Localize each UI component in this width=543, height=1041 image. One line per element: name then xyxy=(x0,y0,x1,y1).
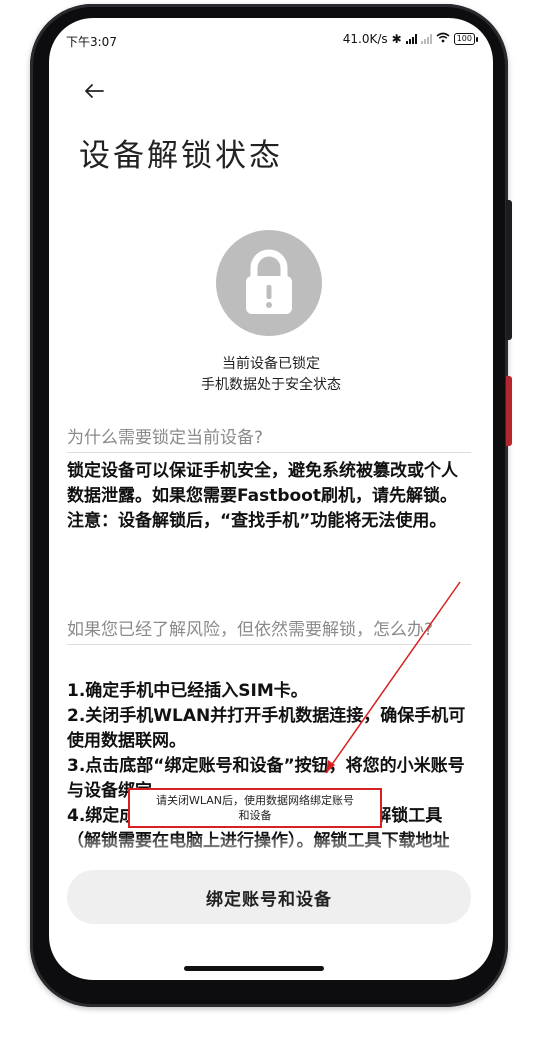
toast-line2: 和设备 xyxy=(238,809,272,822)
page-title: 设备解锁状态 xyxy=(79,138,283,174)
signal-icon xyxy=(405,34,417,44)
wifi-icon xyxy=(436,32,450,46)
back-arrow-icon[interactable] xyxy=(79,76,109,106)
toast-line1: 请关闭WLAN后，使用数据网络绑定账号 xyxy=(155,794,354,807)
toast-message: 请关闭WLAN后，使用数据网络绑定账号 和设备 xyxy=(128,788,382,828)
status-icons: 41.0K/s ✱ 100 xyxy=(342,32,479,46)
home-indicator[interactable] xyxy=(184,966,324,971)
volume-button xyxy=(506,200,512,340)
why-note: 注意：设备解锁后，“查找手机”功能将无法使用。 xyxy=(67,511,447,531)
status-time: 下午3:07 xyxy=(66,35,117,49)
why-paragraph: 锁定设备可以保证手机安全，避免系统被篡改或个人数据泄露。如果您需要Fastboo… xyxy=(67,461,458,506)
step-1: 1.确定手机中已经插入SIM卡。 xyxy=(67,681,308,701)
lock-status-line1: 当前设备已锁定 xyxy=(222,356,320,372)
section-heading-how: 如果您已经了解风险，但依然需要解锁，怎么办? xyxy=(67,619,471,645)
section-heading-why: 为什么需要锁定当前设备? xyxy=(67,427,471,453)
power-button xyxy=(506,376,512,446)
lock-status-line2: 手机数据处于安全状态 xyxy=(201,377,341,393)
status-bar: 下午3:07 41.0K/s ✱ 100 xyxy=(49,18,493,58)
bind-account-device-button[interactable]: 绑定账号和设备 xyxy=(67,870,471,924)
battery-icon: 100 xyxy=(453,33,479,45)
step-2: 2.关闭手机WLAN并打开手机数据连接，确保手机可使用数据联网。 xyxy=(67,706,466,751)
section-why-body: 锁定设备可以保证手机安全，避免系统被篡改或个人数据泄露。如果您需要Fastboo… xyxy=(67,459,471,534)
bluetooth-icon: ✱ xyxy=(391,32,402,46)
lock-icon xyxy=(216,230,322,336)
network-speed: 41.0K/s xyxy=(342,32,388,46)
scroll-fade xyxy=(49,838,493,868)
signal-secondary-icon xyxy=(420,34,432,44)
phone-screen: 下午3:07 41.0K/s ✱ 100 设备解锁状态 当前设备已锁定 手机数据… xyxy=(49,18,493,980)
